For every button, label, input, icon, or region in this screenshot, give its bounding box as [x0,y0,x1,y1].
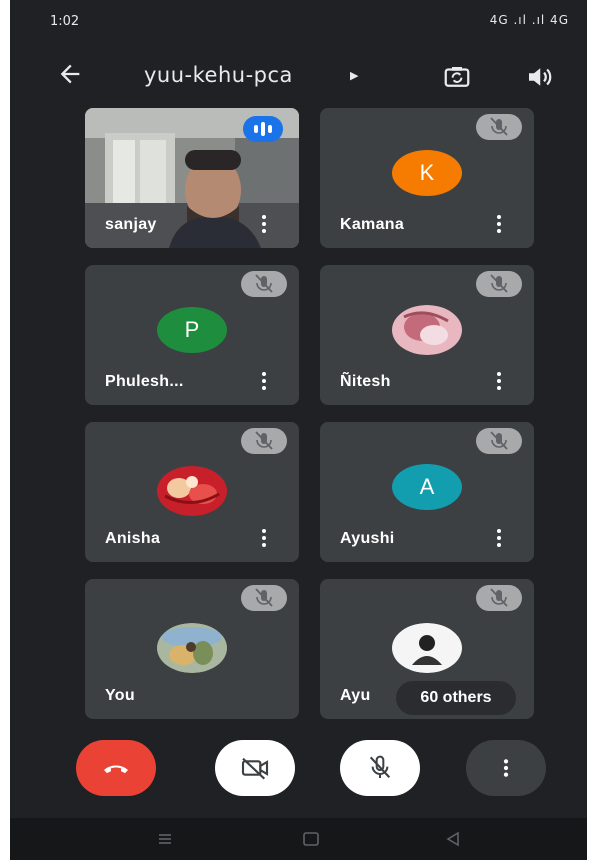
participant-name: You [105,687,135,704]
system-navigation-bar [10,818,587,860]
mic-off-icon [476,271,522,297]
participant-name: Phulesh... [105,373,184,390]
mic-off-icon [241,271,287,297]
avatar [157,623,227,673]
avatar: K [392,150,462,196]
participant-name: Anisha [105,530,161,547]
status-time: 1:02 [50,14,80,29]
mic-off-icon [476,114,522,140]
others-count-pill[interactable]: 60 others [396,681,516,715]
participant-tile-anisha[interactable]: Anisha [85,422,299,562]
meet-call-screen: 1:02 4G .ıl .ıl 4G yuu-kehu-pca ▶ sanjay… [10,0,587,860]
status-bar: 1:02 4G .ıl .ıl 4G [10,0,587,44]
status-indicators: 4G .ıl .ıl 4G [489,13,569,27]
avatar [157,466,227,516]
chevron-right-icon[interactable]: ▶ [350,69,358,82]
camera-toggle-button[interactable] [215,740,295,796]
switch-camera-icon[interactable] [442,62,472,92]
speaker-icon[interactable] [524,62,554,92]
back-arrow-icon[interactable] [54,60,86,92]
more-options-icon[interactable] [490,212,508,238]
more-options-button[interactable] [466,740,546,796]
more-options-icon[interactable] [255,369,273,395]
avatar [392,623,462,673]
more-options-icon[interactable] [490,526,508,552]
participant-name: Kamana [340,216,405,233]
avatar [392,305,462,355]
more-vert-icon [503,759,509,777]
participant-name: Ayushi [340,530,395,547]
mic-off-icon [241,585,287,611]
participant-tile-kamana[interactable]: K Kamana [320,108,534,248]
participant-tile-you[interactable]: You [85,579,299,719]
back-icon[interactable] [442,828,464,850]
participant-tile-nitesh[interactable]: Ñitesh [320,265,534,405]
recent-apps-icon[interactable] [154,828,176,850]
microphone-toggle-button[interactable] [340,740,420,796]
participant-name: sanjay [105,216,157,233]
avatar: A [392,464,462,510]
more-options-icon[interactable] [255,526,273,552]
end-call-button[interactable] [76,740,156,796]
mic-off-icon [369,755,391,779]
call-header: yuu-kehu-pca ▶ [10,52,587,100]
participant-tile-phulesh[interactable]: P Phulesh... [85,265,299,405]
camera-off-icon [241,757,269,780]
participant-name: Ayu [340,687,371,704]
participant-tile-sanjay[interactable]: sanjay [85,108,299,248]
participant-tile-ayushi[interactable]: A Ayushi [320,422,534,562]
more-options-icon[interactable] [255,212,273,238]
avatar: P [157,307,227,353]
mic-off-icon [476,585,522,611]
speaking-indicator-icon [243,116,283,142]
more-options-icon[interactable] [490,369,508,395]
home-icon[interactable] [300,828,322,850]
mic-off-icon [241,428,287,454]
mic-off-icon [476,428,522,454]
participant-name: Ñitesh [340,373,391,390]
end-call-icon [104,765,128,774]
meeting-code[interactable]: yuu-kehu-pca [144,63,293,87]
